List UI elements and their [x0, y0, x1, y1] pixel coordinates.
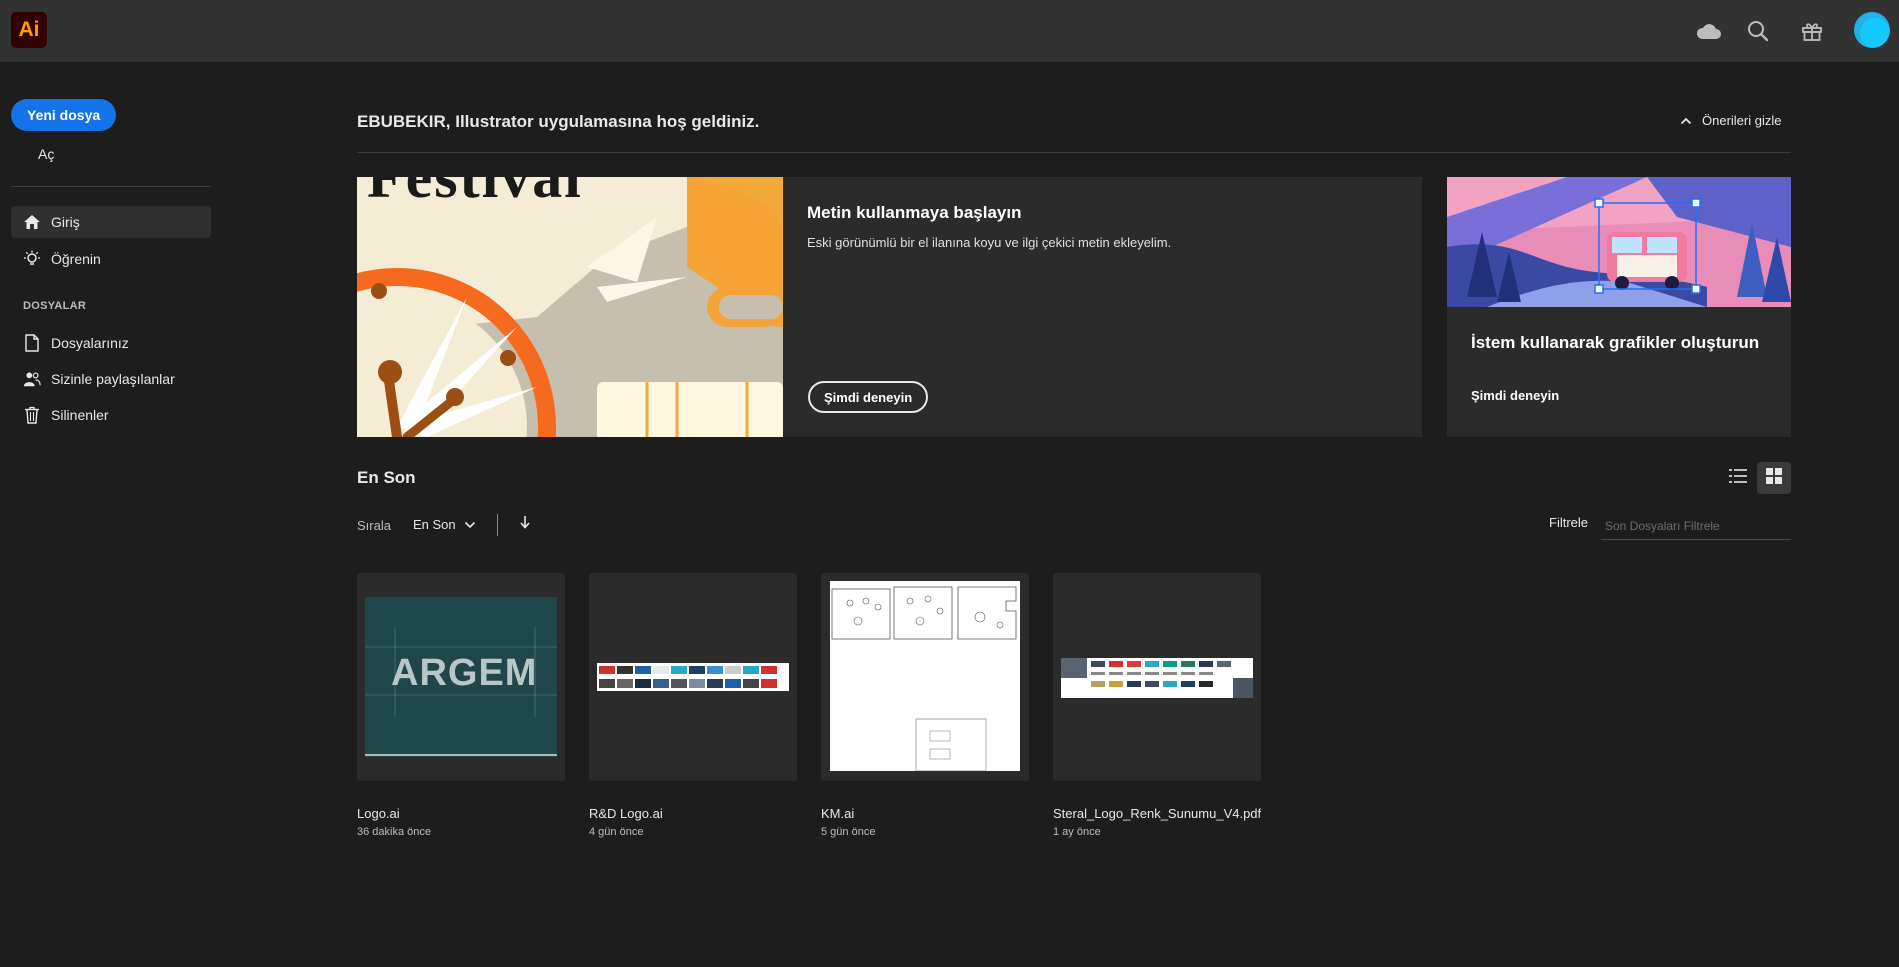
file-name: R&D Logo.ai [589, 806, 663, 821]
km-thumbnail-image [830, 581, 1020, 772]
cloud-icon[interactable] [1695, 17, 1723, 45]
gift-icon[interactable] [1798, 17, 1826, 45]
card-title: Metin kullanmaya başlayın [807, 203, 1022, 222]
recent-heading: En Son [357, 468, 416, 487]
arrow-down-icon [519, 515, 531, 534]
list-view-button[interactable] [1721, 462, 1755, 494]
sidebar-item-label: Silinenler [51, 407, 109, 423]
logo-text: Ai [18, 18, 40, 41]
sort-dropdown[interactable]: En Son [413, 517, 476, 532]
illustrator-logo[interactable]: Ai [11, 12, 47, 48]
new-file-button[interactable]: Yeni dosya [11, 99, 117, 131]
prompt-graphics-card[interactable]: İstem kullanarak grafikler oluşturun Şim… [1447, 177, 1791, 437]
try-now-link[interactable]: Şimdi deneyin [1471, 388, 1559, 403]
sidebar-item-label: Dosyalarınız [51, 335, 129, 351]
sidebar-divider [11, 186, 211, 187]
sidebar-item-label: Giriş [51, 214, 80, 230]
lightbulb-icon [23, 250, 41, 268]
files-section-heading: DOSYALAR [23, 300, 87, 312]
file-thumbnail[interactable]: ARGEM [357, 573, 565, 781]
user-avatar[interactable] [1854, 12, 1890, 48]
sidebar-item-label: Sizinle paylaşılanlar [51, 371, 175, 387]
sort-value: En Son [413, 517, 456, 532]
sort-divider [497, 514, 498, 536]
file-name: Steral_Logo_Renk_Sunumu_V4.pdf [1053, 806, 1262, 821]
argem-thumbnail-image: ARGEM [365, 597, 557, 757]
file-icon [23, 334, 41, 352]
file-card[interactable]: Steral_Logo_Renk_Sunumu_V4.pdf 1 ay önce [1053, 573, 1261, 838]
chevron-down-icon [464, 517, 476, 532]
sort-direction-button[interactable] [517, 515, 533, 534]
sidebar-item-shared[interactable]: Sizinle paylaşılanlar [11, 363, 211, 395]
grid-view-icon [1766, 467, 1782, 489]
filter-input[interactable] [1601, 512, 1791, 540]
file-thumbnail[interactable] [821, 573, 1029, 781]
sidebar-item-deleted[interactable]: Silinenler [11, 399, 211, 431]
file-thumbnail[interactable] [589, 573, 797, 781]
sort-label: Sırala [357, 518, 391, 533]
file-name: Logo.ai [357, 806, 400, 821]
main-divider [357, 152, 1791, 153]
sidebar-item-label: Öğrenin [51, 251, 101, 267]
welcome-heading: EBUBEKIR, Illustrator uygulamasına hoş g… [357, 112, 760, 131]
steral-thumbnail-image [1061, 658, 1253, 698]
van-landscape-illustration [1447, 177, 1791, 307]
open-button[interactable]: Aç [38, 146, 54, 162]
filter-label: Filtrele [1549, 515, 1589, 530]
hide-suggestions-button[interactable]: Önerileri gizle [1680, 113, 1781, 128]
trash-icon [23, 406, 41, 424]
sidebar-item-home[interactable]: Giriş [11, 206, 211, 238]
try-now-button[interactable]: Şimdi deneyin [808, 381, 929, 413]
sidebar-item-learn[interactable]: Öğrenin [11, 243, 211, 275]
text-tutorial-card[interactable]: Festival Metin kullanmaya başlayın Eski … [357, 177, 1422, 437]
file-time: 5 gün önce [821, 826, 876, 838]
hide-suggestions-label: Önerileri gizle [1702, 113, 1782, 128]
people-icon [23, 370, 41, 388]
file-time: 4 gün önce [589, 826, 644, 838]
card-title: İstem kullanarak grafikler oluşturun [1471, 333, 1760, 352]
grid-view-button[interactable] [1757, 462, 1791, 494]
file-card[interactable]: R&D Logo.ai 4 gün önce [589, 573, 797, 838]
home-icon [23, 213, 41, 231]
chevron-up-icon [1680, 113, 1692, 128]
rd-logo-thumbnail-image [597, 663, 789, 691]
top-bar: Ai [0, 0, 1899, 62]
file-name: KM.ai [821, 806, 855, 821]
festival-illustration: Festival [357, 177, 783, 437]
file-thumbnail[interactable] [1053, 573, 1261, 781]
search-icon[interactable] [1744, 17, 1772, 45]
file-card[interactable]: KM.ai 5 gün önce [821, 573, 1029, 838]
sidebar-item-your-files[interactable]: Dosyalarınız [11, 327, 211, 359]
file-time: 1 ay önce [1053, 826, 1101, 838]
file-time: 36 dakika önce [357, 826, 431, 838]
list-view-icon [1729, 468, 1747, 489]
argem-thumb-text: ARGEM [391, 652, 538, 694]
festival-image-text: Festival [367, 177, 583, 210]
file-card[interactable]: ARGEM Logo.ai 36 dakika önce [357, 573, 565, 838]
card-description: Eski görünümlü bir el ilanına koyu ve il… [807, 235, 1172, 250]
